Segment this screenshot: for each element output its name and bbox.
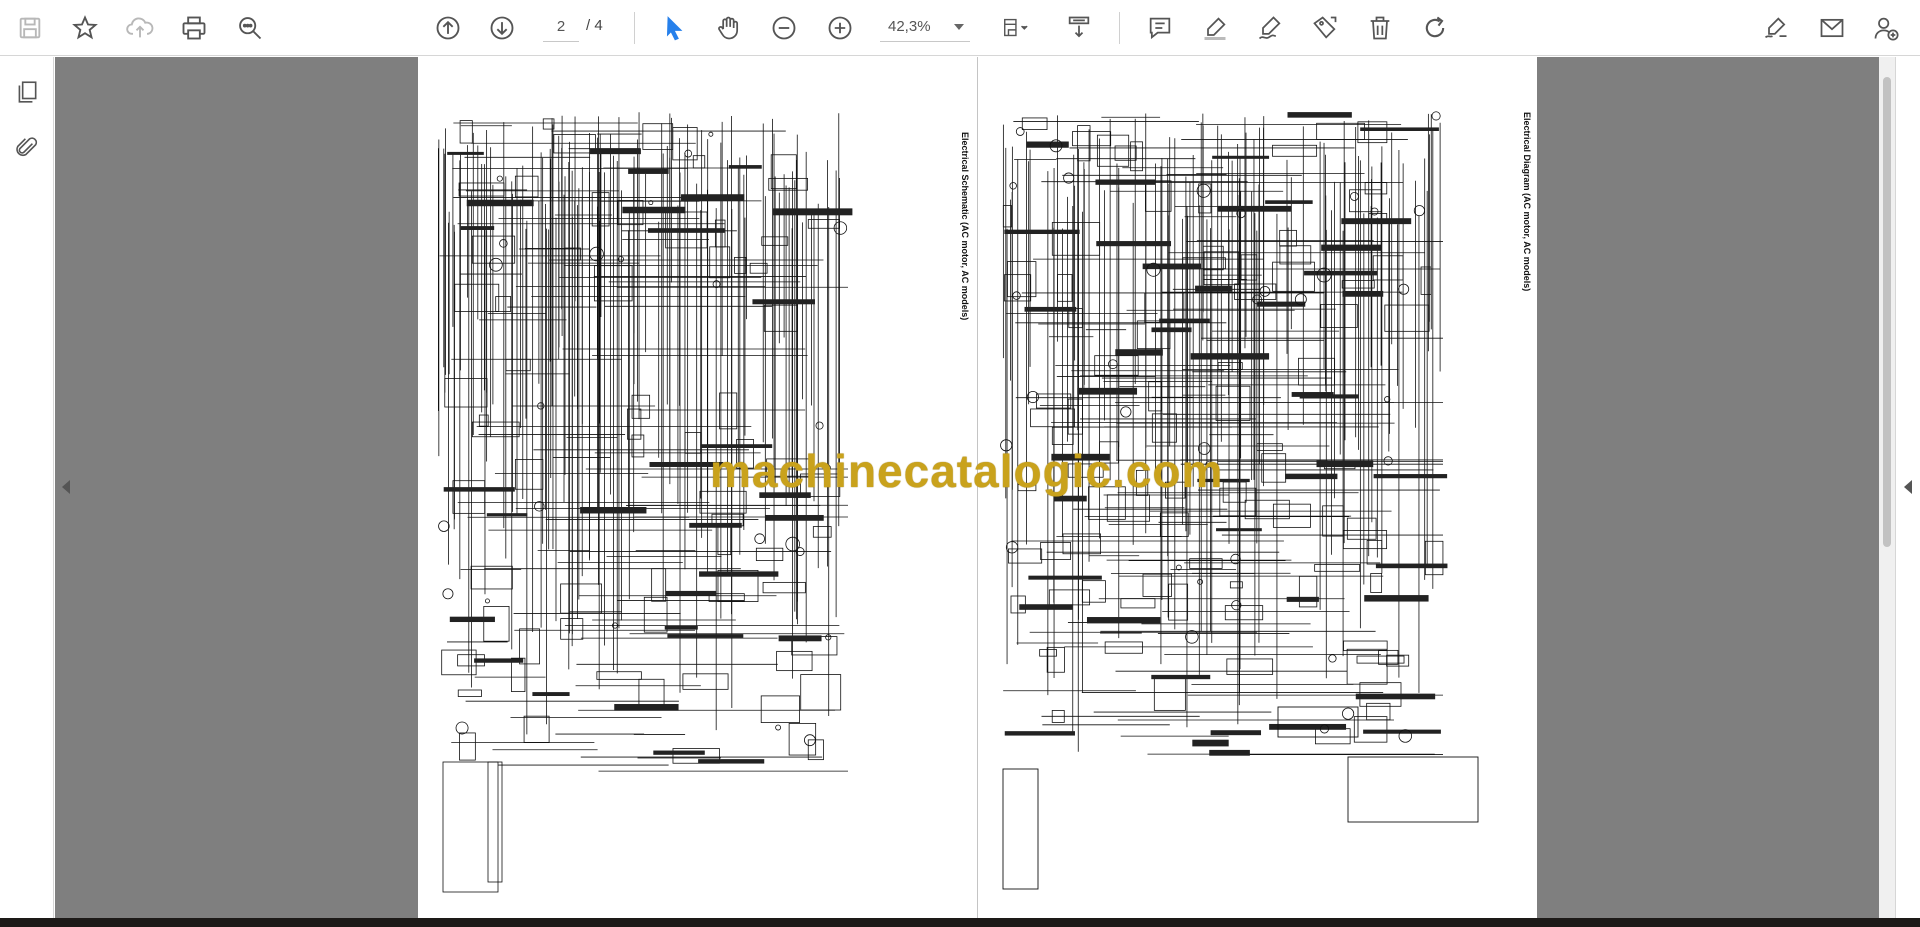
email-icon[interactable]	[1812, 8, 1852, 48]
fit-page-icon[interactable]	[990, 8, 1040, 48]
find-text-icon[interactable]	[230, 8, 270, 48]
taskbar-strip	[0, 918, 1920, 927]
zoom-in-icon[interactable]	[820, 8, 860, 48]
scrolling-mode-icon[interactable]	[1059, 8, 1099, 48]
page-number-input[interactable]	[543, 12, 579, 42]
collapse-left-pane-icon[interactable]	[62, 480, 70, 494]
delete-trash-icon[interactable]	[1360, 8, 1400, 48]
toolbar-divider	[634, 12, 635, 44]
draw-freehand-icon[interactable]	[1250, 8, 1290, 48]
print-icon[interactable]	[174, 8, 214, 48]
previous-page-icon[interactable]	[428, 8, 468, 48]
scrollbar-thumb[interactable]	[1883, 77, 1891, 547]
bookmark-star-icon[interactable]	[65, 8, 105, 48]
main-toolbar: / 4 42,3%	[0, 0, 1920, 56]
zoom-level-dropdown[interactable]: 42,3%	[880, 12, 970, 42]
rotate-clockwise-icon[interactable]	[1415, 8, 1455, 48]
cloud-upload-icon[interactable]	[120, 8, 160, 48]
right-page-title: Electrical Diagram (AC motor, AC models)	[1522, 112, 1532, 292]
right-tools-pane	[1895, 57, 1920, 918]
chevron-down-icon	[954, 23, 964, 30]
page-total-label: / 4	[586, 17, 603, 34]
comment-icon[interactable]	[1140, 8, 1180, 48]
toolbar-divider	[1119, 12, 1120, 44]
page-thumbnails-icon[interactable]	[8, 73, 46, 111]
save-icon[interactable]	[10, 8, 50, 48]
share-user-icon[interactable]	[1866, 8, 1906, 48]
hand-pan-icon[interactable]	[709, 8, 749, 48]
select-cursor-icon[interactable]	[654, 8, 694, 48]
highlight-pen-icon[interactable]	[1195, 8, 1235, 48]
fill-sign-icon[interactable]	[1756, 8, 1796, 48]
left-page-title: Electrical Schematic (AC motor, AC model…	[960, 132, 970, 321]
expand-right-pane-icon[interactable]	[1904, 480, 1912, 494]
zoom-out-icon[interactable]	[764, 8, 804, 48]
vertical-scrollbar[interactable]	[1879, 57, 1895, 918]
add-stamp-icon[interactable]	[1305, 8, 1345, 48]
left-navigation-pane	[0, 57, 54, 918]
attachments-paperclip-icon[interactable]	[8, 129, 46, 167]
watermark-text: machinecatalogic.com	[710, 445, 1224, 497]
zoom-level-value: 42,3%	[888, 18, 931, 35]
next-page-icon[interactable]	[482, 8, 522, 48]
